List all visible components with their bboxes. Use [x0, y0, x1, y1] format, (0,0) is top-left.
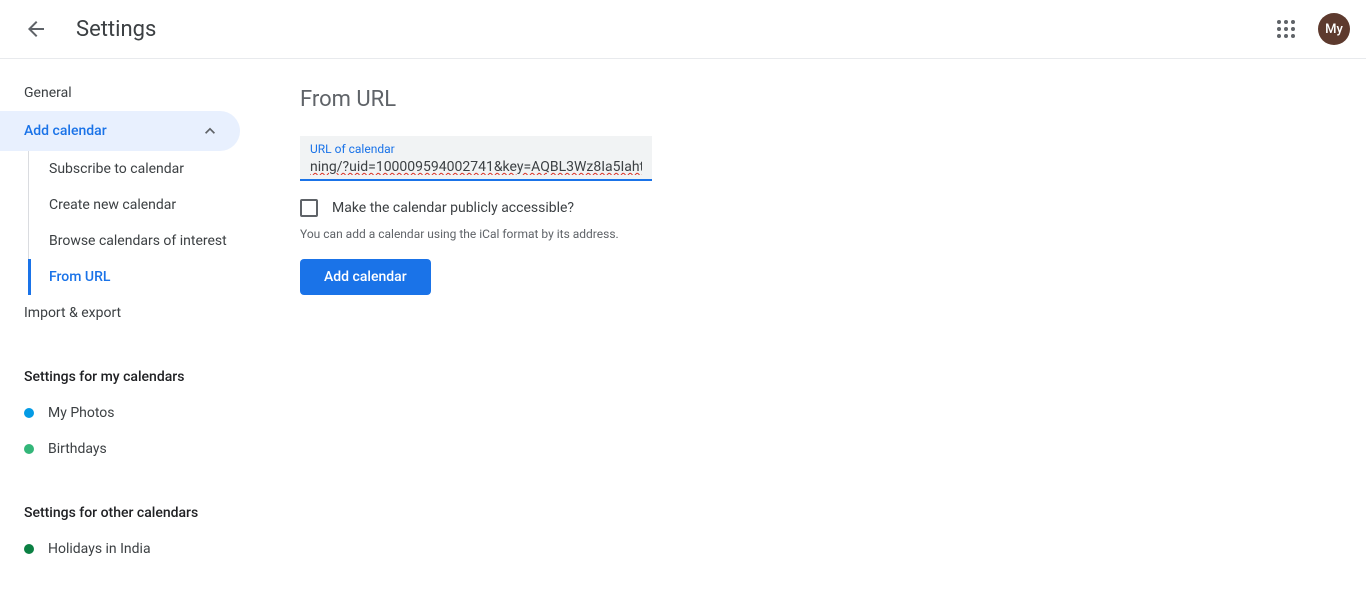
container: General Add calendar Subscribe to calend…	[0, 59, 1366, 583]
url-input-label: URL of calendar	[310, 142, 642, 156]
public-checkbox-row: Make the calendar publicly accessible?	[300, 199, 1326, 217]
calendar-item-holidays[interactable]: Holidays in India	[0, 531, 260, 567]
main-content: From URL URL of calendar Make the calend…	[260, 59, 1366, 583]
sidebar-item-add-calendar[interactable]: Add calendar	[0, 111, 240, 151]
page-title: Settings	[76, 17, 156, 42]
header: Settings My	[0, 0, 1366, 59]
back-button[interactable]	[16, 9, 56, 49]
calendar-item-my-photos[interactable]: My Photos	[0, 395, 260, 431]
calendar-color-dot	[24, 408, 34, 418]
calendar-color-dot	[24, 444, 34, 454]
arrow-left-icon	[24, 17, 48, 41]
header-right: My	[1266, 9, 1350, 49]
sidebar-item-general[interactable]: General	[0, 75, 240, 111]
avatar[interactable]: My	[1318, 13, 1350, 45]
sidebar-item-create[interactable]: Create new calendar	[29, 187, 260, 223]
apps-grid-icon	[1277, 20, 1295, 38]
sidebar-item-import-export[interactable]: Import & export	[0, 295, 240, 331]
apps-button[interactable]	[1266, 9, 1306, 49]
sidebar-item-from-url[interactable]: From URL	[28, 259, 260, 295]
hint-text: You can add a calendar using the iCal fo…	[300, 227, 1326, 241]
sidebar: General Add calendar Subscribe to calend…	[0, 59, 260, 583]
add-calendar-label: Add calendar	[24, 123, 107, 139]
public-checkbox-label: Make the calendar publicly accessible?	[332, 200, 574, 216]
my-calendars-header: Settings for my calendars	[0, 359, 260, 395]
add-calendar-button[interactable]: Add calendar	[300, 259, 431, 295]
add-calendar-subitems: Subscribe to calendar Create new calenda…	[28, 151, 260, 295]
calendar-label: My Photos	[48, 405, 115, 421]
calendar-item-birthdays[interactable]: Birthdays	[0, 431, 260, 467]
main-title: From URL	[300, 87, 1326, 112]
chevron-up-icon	[200, 121, 220, 141]
public-checkbox[interactable]	[300, 199, 318, 217]
calendar-label: Birthdays	[48, 441, 107, 457]
calendar-color-dot	[24, 544, 34, 554]
calendar-label: Holidays in India	[48, 541, 151, 557]
url-input[interactable]	[310, 159, 642, 175]
sidebar-item-subscribe[interactable]: Subscribe to calendar	[29, 151, 260, 187]
url-input-wrapper[interactable]: URL of calendar	[300, 136, 652, 181]
sidebar-item-browse[interactable]: Browse calendars of interest	[29, 223, 260, 259]
other-calendars-header: Settings for other calendars	[0, 495, 260, 531]
header-left: Settings	[16, 9, 156, 49]
